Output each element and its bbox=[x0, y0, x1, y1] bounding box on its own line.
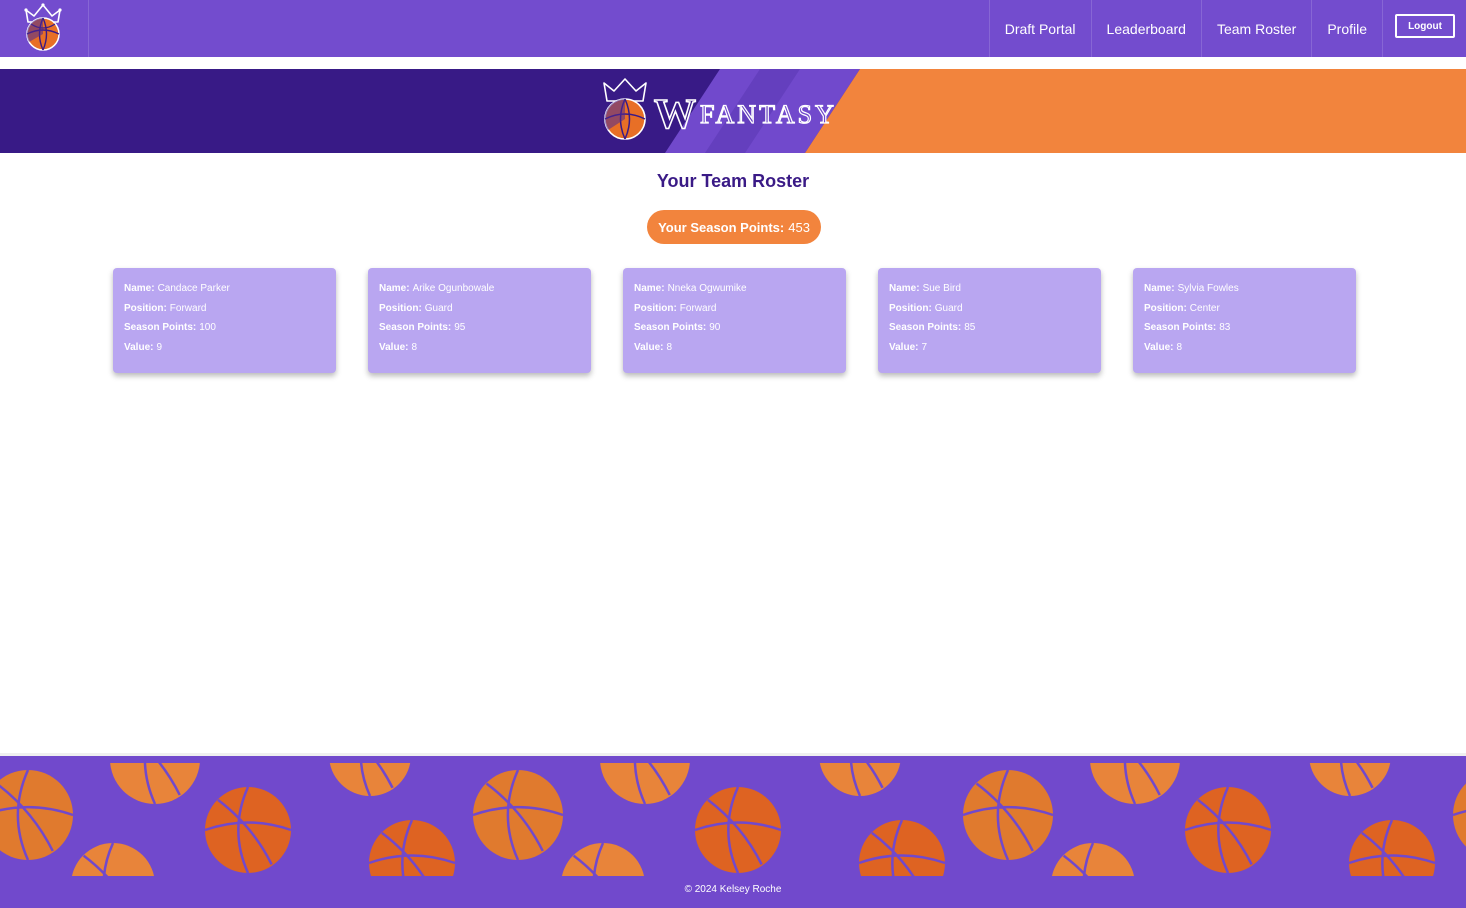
player-points: 100 bbox=[199, 322, 216, 334]
season-points-badge: Your Season Points: 453 bbox=[647, 210, 821, 244]
player-value-row: Value: 8 bbox=[379, 341, 418, 353]
nav-profile[interactable]: Profile bbox=[1311, 0, 1383, 57]
footer: © 2024 Kelsey Roche bbox=[0, 753, 1466, 908]
banner-logo-w: W bbox=[654, 92, 696, 138]
page-title: Your Team Roster bbox=[656, 171, 810, 191]
player-position-row: Position: Guard bbox=[889, 302, 963, 314]
basketball-icon bbox=[204, 786, 292, 874]
player-position: Center bbox=[1189, 302, 1220, 314]
banner-background: W FANTASY bbox=[0, 69, 1466, 153]
basketball-icon bbox=[1452, 783, 1466, 847]
copyright: © 2024 Kelsey Roche bbox=[684, 884, 782, 895]
brand-logo[interactable] bbox=[0, 0, 89, 57]
player-points-row: Season Points: 100 bbox=[124, 322, 216, 334]
basketball-icon bbox=[1184, 786, 1272, 874]
player-value: 8 bbox=[1176, 341, 1183, 353]
player-card[interactable]: Name: Nneka Ogwumike Position: Forward Sea… bbox=[623, 268, 846, 373]
season-points-value: 453 bbox=[788, 219, 810, 235]
player-name: Sue Bird bbox=[922, 283, 961, 294]
basketball-icon bbox=[329, 763, 411, 797]
player-name-row: Name: Arike Ogunbowale bbox=[379, 283, 495, 294]
player-name: Arike Ogunbowale bbox=[412, 283, 495, 294]
player-value-row: Value: 9 bbox=[124, 341, 163, 353]
player-name: Nneka Ogwumike bbox=[667, 283, 747, 294]
banner-logo-fantasy: FANTASY bbox=[700, 100, 837, 129]
player-card[interactable]: Name: Candace Parker Position: Forward Sea… bbox=[113, 268, 336, 373]
basketball-pattern bbox=[0, 763, 1466, 876]
player-points: 85 bbox=[964, 322, 976, 334]
player-points-row: Season Points: 85 bbox=[889, 322, 976, 334]
player-value: 9 bbox=[156, 341, 163, 353]
basketball-icon bbox=[1309, 763, 1391, 797]
player-points-row: Season Points: 83 bbox=[1144, 322, 1231, 334]
player-points: 95 bbox=[454, 322, 466, 334]
nav-draft-portal[interactable]: Draft Portal bbox=[988, 0, 1091, 57]
player-points-row: Season Points: 95 bbox=[379, 322, 466, 334]
player-name-row: Name: Sylvia Fowles bbox=[1144, 283, 1239, 294]
hero-banner: W FANTASY bbox=[0, 69, 1466, 153]
basketball-icon bbox=[858, 819, 946, 876]
player-position: Forward bbox=[679, 302, 717, 314]
player-name: Candace Parker bbox=[157, 283, 230, 294]
basketball-icon bbox=[1090, 763, 1180, 805]
player-value: 8 bbox=[666, 341, 673, 353]
player-position-row: Position: Forward bbox=[124, 302, 207, 314]
basketball-icon bbox=[472, 769, 564, 861]
basketball-icon bbox=[561, 842, 645, 876]
header-gap bbox=[0, 57, 1466, 69]
logout-button[interactable]: Logout bbox=[1395, 14, 1455, 38]
player-position: Guard bbox=[934, 302, 963, 314]
player-name-row: Name: Nneka Ogwumike bbox=[634, 283, 747, 294]
player-value-row: Value: 7 bbox=[889, 341, 928, 353]
player-points: 90 bbox=[709, 322, 721, 334]
player-points: 83 bbox=[1219, 322, 1231, 334]
player-card[interactable]: Name: Arike Ogunbowale Position: Guard Sea… bbox=[368, 268, 591, 373]
navbar: Draft Portal Leaderboard Team Roster Pro… bbox=[0, 0, 1466, 57]
basketball-icon bbox=[71, 842, 155, 876]
player-points-row: Season Points: 90 bbox=[634, 322, 721, 334]
player-value: 8 bbox=[411, 341, 418, 353]
basketball-icon bbox=[962, 769, 1054, 861]
player-position-row: Position: Center bbox=[1144, 302, 1220, 314]
basketball-icon bbox=[819, 763, 901, 797]
basketball-icon bbox=[0, 769, 74, 861]
player-value-row: Value: 8 bbox=[634, 341, 673, 353]
basketball-icon bbox=[1051, 842, 1135, 876]
nav-team-roster[interactable]: Team Roster bbox=[1200, 0, 1311, 57]
player-value-row: Value: 8 bbox=[1144, 341, 1183, 353]
player-card[interactable]: Name: Sylvia Fowles Position: Center Seaso… bbox=[1133, 268, 1356, 373]
season-points-label: Your Season Points: bbox=[658, 219, 785, 235]
player-name-row: Name: Sue Bird bbox=[889, 283, 961, 294]
player-position-row: Position: Forward bbox=[634, 302, 717, 314]
basketball-icon bbox=[600, 763, 690, 805]
player-value: 7 bbox=[921, 341, 928, 353]
player-name-row: Name: Candace Parker bbox=[124, 283, 230, 294]
footer-divider bbox=[0, 753, 1466, 756]
player-position: Forward bbox=[169, 302, 207, 314]
basketball-icon bbox=[1348, 819, 1436, 876]
basketball-icon bbox=[110, 763, 200, 805]
nav-links: Draft Portal Leaderboard Team Roster Pro… bbox=[988, 0, 1383, 57]
crowned-basketball-icon bbox=[24, 3, 62, 51]
player-card[interactable]: Name: Sue Bird Position: Guard Season Poin… bbox=[878, 268, 1101, 373]
player-position-row: Position: Guard bbox=[379, 302, 453, 314]
player-position: Guard bbox=[424, 302, 453, 314]
basketball-icon bbox=[368, 819, 456, 876]
basketball-icon bbox=[694, 786, 782, 874]
player-name: Sylvia Fowles bbox=[1177, 283, 1239, 294]
nav-leaderboard[interactable]: Leaderboard bbox=[1090, 0, 1201, 57]
